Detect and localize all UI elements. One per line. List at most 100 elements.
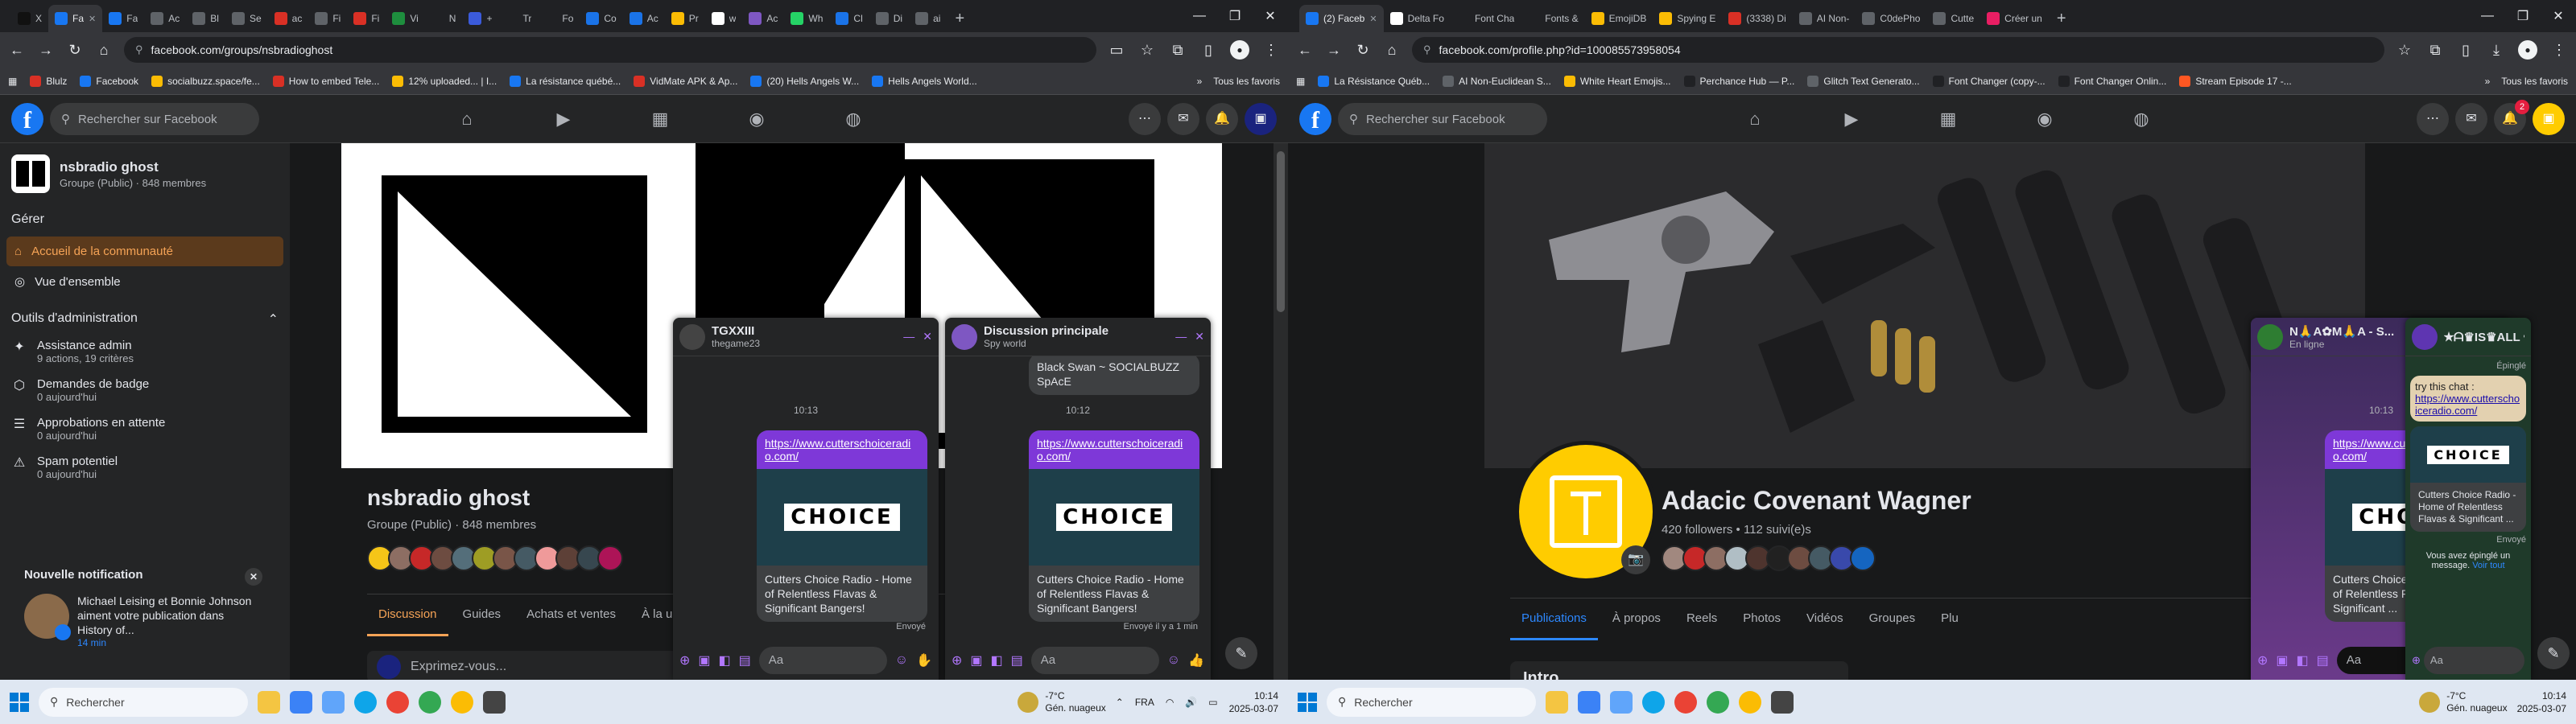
browser-tab[interactable]: Co	[580, 5, 622, 32]
groups-nav-icon[interactable]: ◉	[1996, 95, 2093, 143]
weather-widget[interactable]: -7°C Gén. nuageux	[2419, 690, 2508, 714]
menu-icon[interactable]: ⋮	[2550, 42, 2568, 59]
edge-icon[interactable]	[354, 690, 377, 714]
taskbar-search[interactable]: ⚲ Rechercher	[1327, 687, 1536, 717]
app-icon[interactable]	[1771, 690, 1794, 714]
sidebar-item-badge-requests[interactable]: ⬡ Demandes de badge 0 aujourd'hui	[0, 371, 290, 409]
new-tab-icon[interactable]: +	[2049, 5, 2074, 32]
tab-posts[interactable]: Publications	[1510, 599, 1598, 640]
chat-header[interactable]: Discussion principale Spy world — ✕	[945, 318, 1211, 356]
tab-more[interactable]: Plu	[1930, 599, 1970, 640]
browser-tab[interactable]: Wh	[784, 5, 829, 32]
browser-tab[interactable]: Créer un	[1980, 5, 2049, 32]
apps-grid-icon[interactable]: ▦	[8, 76, 17, 87]
bookmark-item[interactable]: Hells Angels World...	[872, 75, 977, 87]
address-bar[interactable]: ⚲ facebook.com/groups/nsbradioghost	[124, 37, 1096, 63]
sidebar-icon[interactable]: ▯	[1199, 42, 1217, 59]
bookmark-item[interactable]: La résistance québé...	[510, 75, 621, 87]
sticker-icon[interactable]: ◧	[719, 652, 731, 668]
wave-icon[interactable]: ✋	[916, 652, 932, 668]
browser-tab[interactable]: Fa ✕	[48, 5, 103, 32]
tab-about[interactable]: À propos	[1601, 599, 1672, 640]
chrome-icon[interactable]	[1739, 690, 1761, 714]
close-icon[interactable]: ✕	[1253, 8, 1288, 24]
profile-avatar[interactable]: ●	[1230, 40, 1249, 60]
browser-tab[interactable]: Cutte	[1926, 5, 1980, 32]
reload-icon[interactable]: ↻	[1354, 42, 1372, 59]
bookmark-item[interactable]: How to embed Tele...	[272, 75, 379, 87]
download-icon[interactable]: ⤓	[2487, 42, 2505, 59]
new-message-button[interactable]: ✎	[1225, 637, 1257, 669]
chevron-up-icon[interactable]: ⌃	[1116, 697, 1124, 708]
file-explorer-icon[interactable]	[1546, 690, 1568, 714]
battery-icon[interactable]: ▭	[1208, 697, 1217, 708]
browser-tab[interactable]: +	[462, 5, 498, 32]
maximize-icon[interactable]: ❐	[2505, 8, 2541, 24]
bookmark-item[interactable]: Stream Episode 17 -...	[2179, 75, 2292, 87]
see-all-link[interactable]: Voir tout	[2472, 561, 2504, 570]
gif-icon[interactable]: ▤	[2317, 652, 2329, 668]
menu-grid-icon[interactable]: ⋯	[2417, 103, 2449, 135]
back-icon[interactable]: ←	[8, 42, 26, 59]
follower-avatars[interactable]	[1662, 545, 1876, 571]
video-nav-icon[interactable]: ▶	[1803, 95, 1900, 143]
messenger-icon[interactable]: ✉	[1167, 103, 1199, 135]
cast-icon[interactable]: ▭	[1108, 42, 1125, 59]
page-scrollbar[interactable]	[1274, 143, 1288, 680]
app-icon[interactable]	[322, 690, 345, 714]
bookmark-star-icon[interactable]: ☆	[2396, 42, 2413, 59]
sidebar-item-potential-spam[interactable]: ⚠ Spam potentiel 0 aujourd'hui	[0, 448, 290, 487]
home-icon[interactable]: ⌂	[95, 42, 113, 59]
browser-tab[interactable]: X	[11, 5, 48, 32]
chat-header[interactable]: ★ᗩ♛IS♛ALL ✿	[2405, 318, 2531, 356]
browser-tab[interactable]: N	[425, 5, 463, 32]
bookmark-star-icon[interactable]: ☆	[1138, 42, 1156, 59]
member-avatars[interactable]	[367, 545, 623, 571]
site-info-icon[interactable]: ⚲	[1423, 43, 1431, 56]
browser-tab[interactable]: Vi	[386, 5, 424, 32]
browser-tab[interactable]: Pr	[665, 5, 705, 32]
browser-tab[interactable]: Font Cha	[1451, 5, 1521, 32]
notifications-bell-icon[interactable]: 🔔 2	[2494, 100, 2529, 135]
browser-tab[interactable]: C0dePho	[1856, 5, 1926, 32]
extensions-icon[interactable]: ⧉	[2426, 42, 2444, 59]
tab-photos[interactable]: Photos	[1732, 599, 1792, 640]
app-icon[interactable]	[1610, 690, 1633, 714]
sidebar-item-overview[interactable]: ◎ Vue d'ensemble	[6, 266, 283, 297]
facebook-search[interactable]: ⚲ Rechercher sur Facebook	[1338, 103, 1547, 135]
clock[interactable]: 10:14 2025-03-07	[1229, 689, 1278, 715]
tab-guides[interactable]: Guides	[452, 594, 513, 636]
taskbar-search[interactable]: ⚲ Rechercher	[39, 687, 248, 717]
bookmark-item[interactable]: AI Non-Euclidean S...	[1443, 75, 1551, 87]
forward-icon[interactable]: →	[1325, 42, 1343, 59]
address-bar[interactable]: ⚲ facebook.com/profile.php?id=1000855739…	[1412, 37, 2384, 63]
facebook-logo-icon[interactable]: f	[1299, 103, 1331, 135]
notifications-bell-icon[interactable]: 🔔	[1206, 103, 1238, 135]
chrome-icon[interactable]	[1674, 690, 1697, 714]
message-input[interactable]: Aa	[2423, 647, 2524, 674]
back-icon[interactable]: ←	[1296, 42, 1314, 59]
browser-tab[interactable]: Fa	[102, 5, 144, 32]
browser-tab[interactable]: Ac	[144, 5, 186, 32]
emoji-icon[interactable]: ☺	[895, 653, 908, 668]
bookmark-item[interactable]: 12% uploaded... | I...	[392, 75, 497, 87]
app-icon[interactable]	[483, 690, 506, 714]
plus-circle-icon[interactable]: ⊕	[679, 652, 690, 668]
tab-close-icon[interactable]: ✕	[1369, 14, 1377, 24]
groups-nav-icon[interactable]: ◉	[708, 95, 805, 143]
weather-widget[interactable]: -7°C Gén. nuageux	[1018, 690, 1106, 714]
sticker-icon[interactable]: ◧	[2297, 652, 2309, 668]
message-link[interactable]: https://www.cutterschoiceradio.com/	[757, 430, 927, 469]
browser-tab[interactable]: Spying E	[1653, 5, 1722, 32]
bookmark-item[interactable]: La Résistance Québ...	[1318, 75, 1430, 87]
menu-grid-icon[interactable]: ⋯	[1129, 103, 1161, 135]
browser-tab[interactable]: (3338) Di	[1722, 5, 1792, 32]
notification-toast[interactable]: Nouvelle notification ✕ Michael Leising …	[11, 563, 269, 648]
minimize-icon[interactable]: —	[1182, 9, 1217, 23]
browser-tab[interactable]: Delta Fo	[1384, 5, 1451, 32]
volume-icon[interactable]: 🔊	[1185, 697, 1197, 708]
message-bubble[interactable]: try this chat : https://www.cutterschoic…	[2410, 376, 2526, 422]
minimize-icon[interactable]: —	[903, 330, 914, 343]
marketplace-nav-icon[interactable]: ▦	[1900, 95, 1996, 143]
admin-tools-header[interactable]: Outils d'administration ⌃	[0, 302, 290, 332]
